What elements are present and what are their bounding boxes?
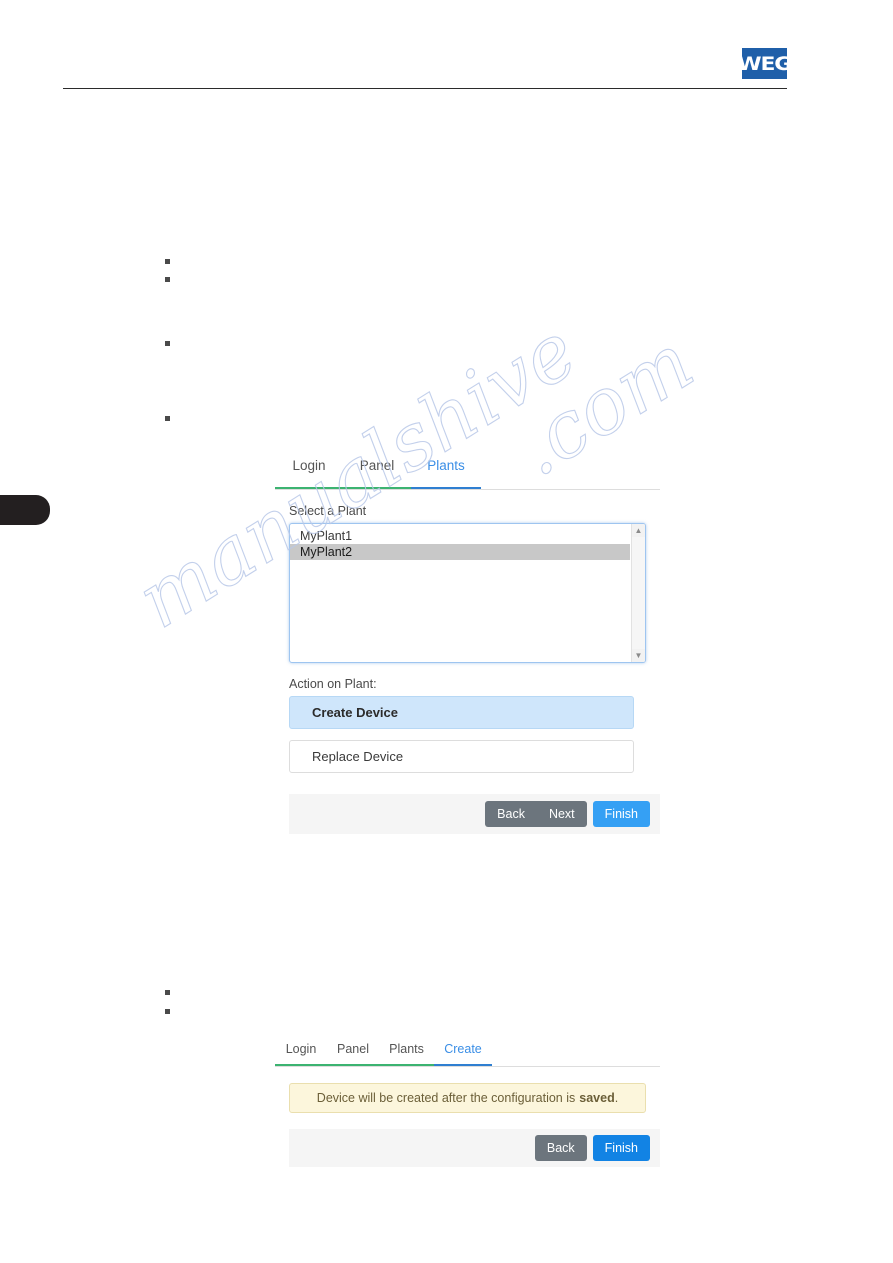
list-item[interactable]: MyPlant2 — [290, 544, 630, 560]
bullet-marker — [165, 277, 170, 282]
list-item[interactable]: MyPlant1 — [290, 528, 645, 544]
finish-button[interactable]: Finish — [592, 1135, 650, 1161]
bullet-marker — [165, 990, 170, 995]
scroll-down-icon[interactable]: ▼ — [632, 649, 645, 662]
wizard-tabbar-2: Login Panel Plants Create — [275, 1035, 660, 1067]
wizard-footer-1: Back Next Finish — [289, 794, 660, 834]
bullet-marker — [165, 341, 170, 346]
plant-list: MyPlant1 MyPlant2 — [290, 524, 645, 560]
figure-plants-step: Login Panel Plants Select a Plant MyPlan… — [275, 447, 660, 859]
tab-panel[interactable]: Panel — [343, 447, 411, 489]
tab-panel[interactable]: Panel — [327, 1035, 379, 1066]
nav-button-group: Back Next — [485, 801, 587, 827]
tab-login[interactable]: Login — [275, 447, 343, 489]
scroll-up-icon[interactable]: ▲ — [632, 524, 645, 537]
page-side-tab — [0, 495, 50, 525]
alert-strong: saved — [579, 1091, 615, 1105]
alert-text: Device will be created after the configu… — [316, 1091, 576, 1105]
action-on-plant-label: Action on Plant: — [289, 677, 377, 691]
info-alert: Device will be created after the configu… — [289, 1083, 646, 1113]
wizard-tabbar-1: Login Panel Plants — [275, 447, 660, 490]
plant-listbox[interactable]: MyPlant1 MyPlant2 ▲ ▼ — [289, 523, 646, 663]
bullet-marker — [165, 259, 170, 264]
alert-suffix: . — [614, 1091, 619, 1105]
tab-plants[interactable]: Plants — [379, 1035, 434, 1066]
listbox-scrollbar[interactable]: ▲ ▼ — [631, 524, 645, 662]
tab-create[interactable]: Create — [434, 1035, 492, 1066]
weg-logo: WEG — [738, 48, 792, 79]
tab-plants[interactable]: Plants — [411, 447, 481, 489]
figure-create-step: Login Panel Plants Create Device will be… — [275, 1035, 660, 1180]
action-replace-device[interactable]: Replace Device — [289, 740, 634, 773]
weg-logo-text: WEG — [737, 52, 793, 75]
select-plant-label: Select a Plant — [289, 504, 367, 518]
bullet-marker — [165, 416, 170, 421]
wizard-footer-2: Back Finish — [289, 1129, 660, 1167]
bullet-marker — [165, 1009, 170, 1014]
back-button[interactable]: Back — [485, 801, 537, 827]
next-button[interactable]: Next — [536, 801, 587, 827]
tab-login[interactable]: Login — [275, 1035, 327, 1066]
action-create-device[interactable]: Create Device — [289, 696, 634, 729]
back-button[interactable]: Back — [534, 1135, 587, 1161]
finish-button[interactable]: Finish — [592, 801, 650, 827]
header-divider — [63, 88, 787, 89]
